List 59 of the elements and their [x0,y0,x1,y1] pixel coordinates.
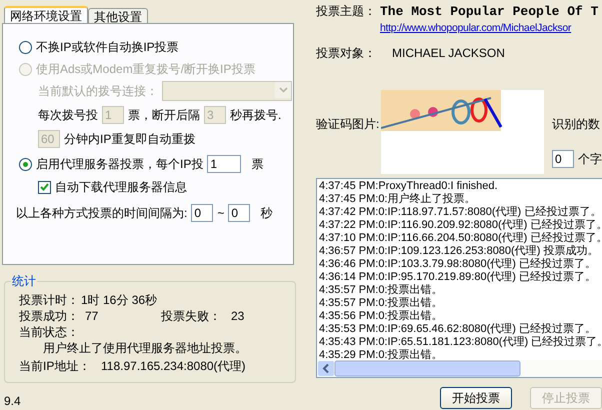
log-line: 4:35:29 PM:0:投票出错。 [319,349,444,360]
stat-value: 77 [84,309,100,323]
option-label: 不换IP或软件自动换IP投票 [36,38,179,56]
tab[interactable]: 其他设置 [88,8,148,24]
log-line: 4:35:56 PM:0:投票出错。 [319,310,444,323]
field-label: 投票主题： [316,2,376,20]
log-line: 4:36:57 PM:0:IP:109.123.126.253:8080(代理) 投票成功。 [319,245,600,258]
log-line: 4:37:45 PM:0:用户终止了投票。 [319,193,476,206]
field-label: 识别的数 [552,116,601,133]
log-line: 4:37:10 PM:0:IP:116.66.204.50:8080(代理) 已经投过票了。 [319,232,602,245]
action-button[interactable]: 开始投票 [440,387,512,409]
tab[interactable]: 网络环境设置 [4,6,88,24]
option-label: 启用代理服务器投票，每个IP投 [36,156,204,172]
group-title: 统计 [11,273,37,290]
stat-value: 118.97.165.234:8080(代理) [101,358,246,374]
field-label: 秒 [260,204,272,222]
stat-label: 当前IP地址： [19,358,92,374]
log-line: 4:35:57 PM:0:投票出错。 [319,297,444,310]
log-line: 4:35:53 PM:0:IP:69.65.46.62:8080(代理) 已经投过票了。 [319,323,597,336]
separator-label: ~ [217,206,224,220]
log-line: 4:36:46 PM:0:IP:103.3.79.98:8080(代理) 已经投过票了。 [319,258,597,271]
log-line: 4:35:57 PM:0:投票出错。 [319,284,444,297]
field-label: 秒再拨号. [230,106,282,124]
field-label: 票，断开后隔 [128,106,200,124]
radio-button[interactable] [19,40,32,54]
log-line: 4:36:14 PM:0:IP:95.170.219.89:80(代理) 已经投过票了。 [319,271,597,284]
checkbox-label: 自动下载代理服务器信息 [55,178,187,196]
input-field[interactable]: 1 [207,155,242,173]
stat-value: 23 [231,309,244,323]
field-label: 验证码图片: [316,116,380,133]
field-label: 分钟内IP重复即自动重拨 [64,130,196,148]
field-label: 每次拨号投 [38,106,98,124]
input-field[interactable]: 0 [191,204,214,222]
checkbox[interactable] [38,180,51,194]
radio-button[interactable] [19,158,32,170]
status-message: 用户终止了使用代理服务器地址投票。 [42,340,247,356]
field-label: 以上各种方式投票的时间间隔为: [16,204,188,222]
horizontal-scrollbar[interactable] [317,360,602,377]
target-value: MICHAEL JACKSON [392,46,505,60]
log-line: 4:35:43 PM:0:IP:65.51.181.123:8080(代理) 已经投过票了。 [319,336,602,349]
topic-title: The Most Popular People Of T [380,4,598,18]
stat-label: 投票失败： [161,308,222,324]
topic-link[interactable]: http://www.whopopular.com/MichaelJacksor [380,22,572,34]
stat-label: 投票计时： [19,292,80,308]
log-line: 4:37:45 PM:ProxyThread0:I finished. [319,180,499,192]
field-label: 投票对象： [316,44,376,62]
version-label: 9.4 [3,394,22,410]
input-field[interactable]: 0 [552,150,574,168]
chevron-icon [275,82,291,98]
log-line: 4:37:42 PM:0:IP:118.97.71.57:8080(代理) 已经投过票了。 [319,206,602,219]
log-line: 4:37:22 PM:0:IP:116.90.209.92:8080(代理) 已经投过票了。 [319,219,602,232]
stat-label: 当前状态： [19,324,79,340]
field-label: 当前默认的拨号连接： [38,82,158,100]
stat-label: 投票成功： [19,308,80,324]
field-label: 票 [251,156,264,172]
option-label: 使用Ads或Modem重复拨号/断开换IP投票 [36,60,256,78]
stat-value: 1时 16分 36秒 [81,292,158,308]
input-field[interactable]: 0 [228,204,250,222]
field-label: 个字 [578,150,602,168]
